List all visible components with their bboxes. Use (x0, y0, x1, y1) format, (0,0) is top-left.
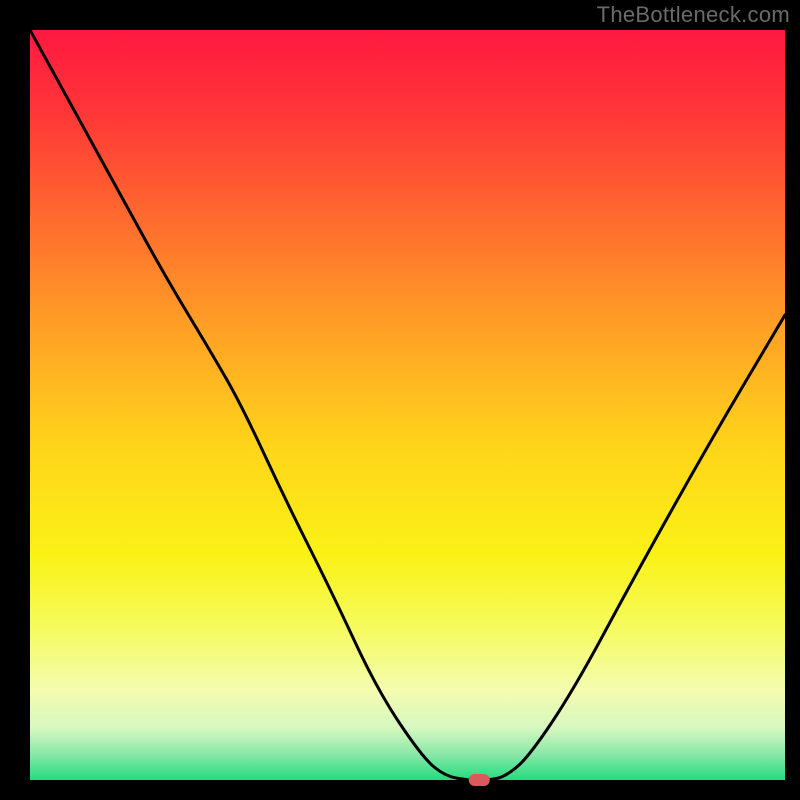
bottleneck-chart (0, 0, 800, 800)
plot-background (30, 30, 785, 780)
chart-frame: TheBottleneck.com (0, 0, 800, 800)
watermark-text: TheBottleneck.com (597, 2, 790, 28)
optimal-marker (469, 774, 490, 786)
